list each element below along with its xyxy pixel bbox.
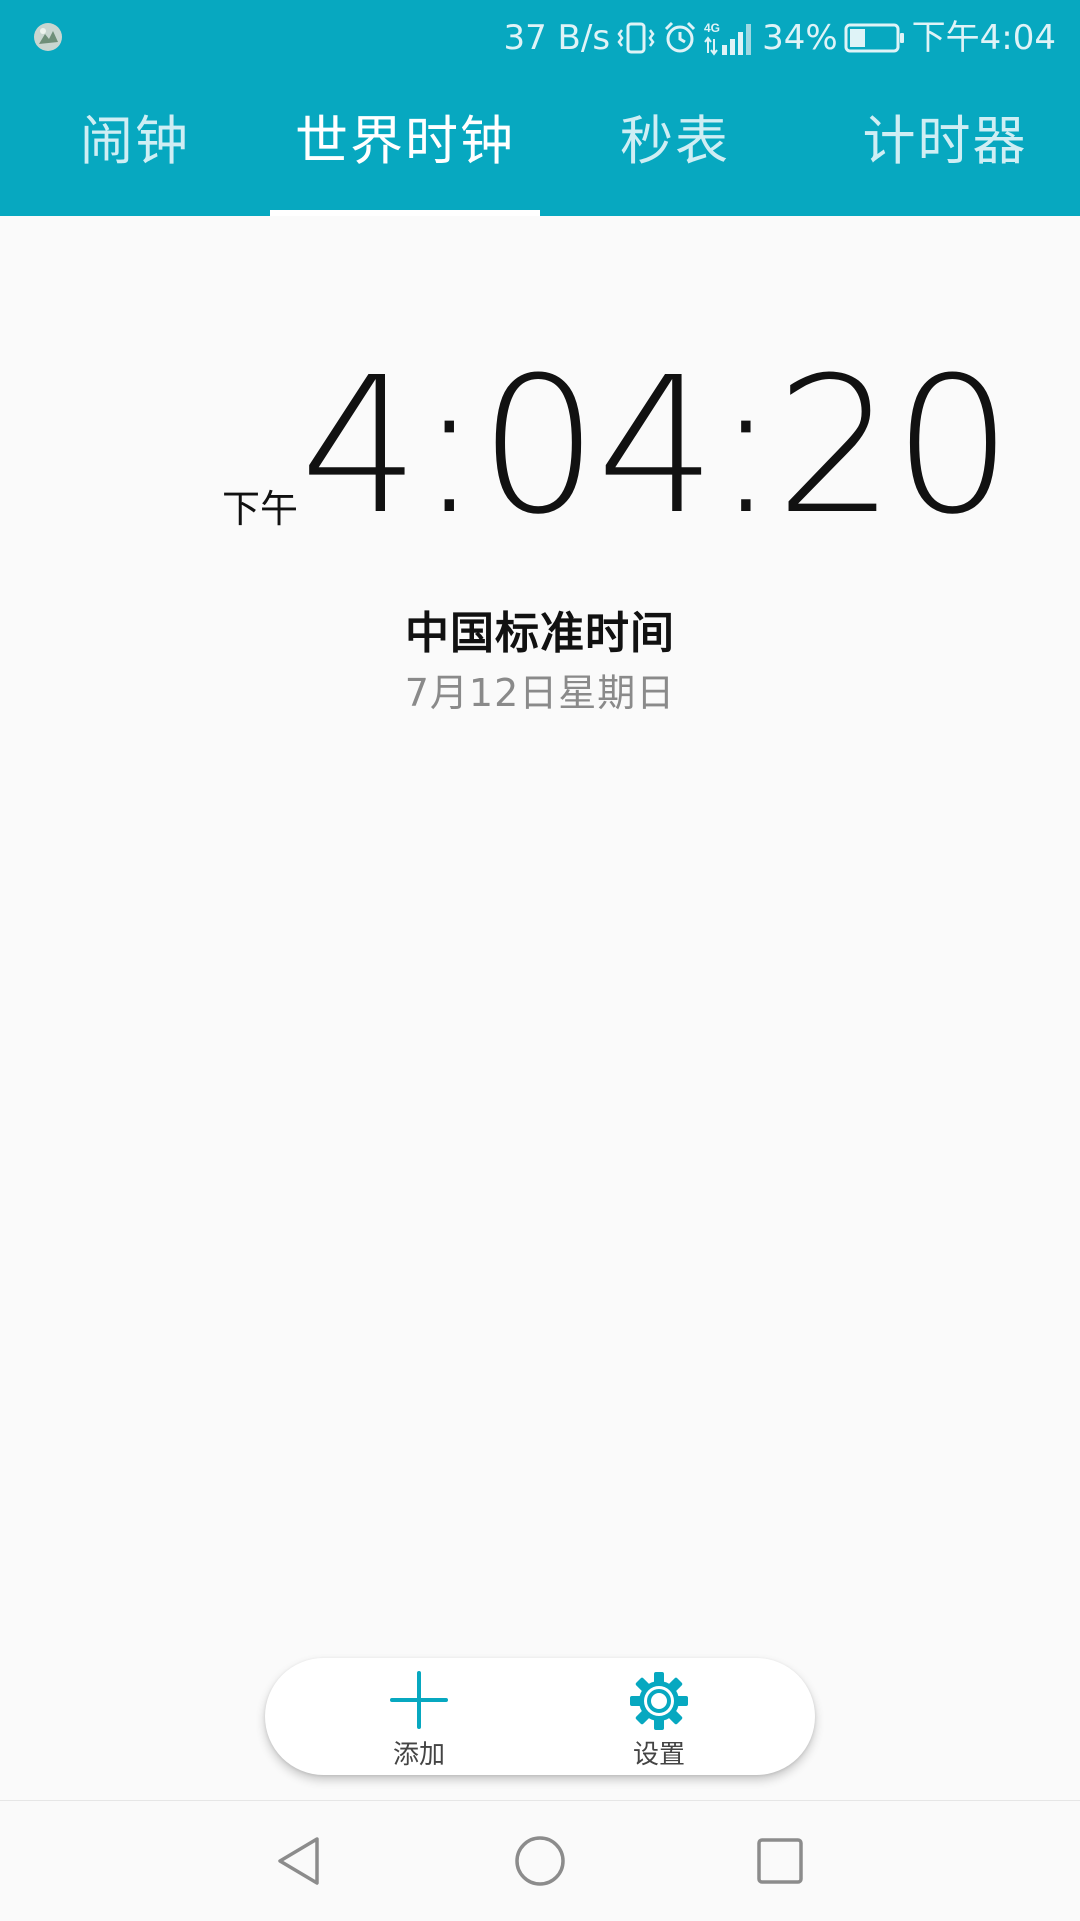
tab-stopwatch[interactable]: 秒表	[540, 100, 810, 216]
back-icon	[278, 1837, 319, 1885]
current-time: 4:04:20	[300, 337, 1013, 556]
alarm-icon	[665, 21, 696, 53]
vibrate-icon	[617, 22, 655, 54]
tab-label: 闹钟	[80, 111, 190, 172]
signal-icon: 4G	[704, 21, 752, 56]
battery-percent: 34%	[762, 18, 838, 58]
gear-icon	[630, 1672, 688, 1730]
home-icon	[515, 1836, 565, 1886]
svg-text:4G: 4G	[704, 21, 720, 35]
settings-label: 设置	[632, 1740, 685, 1770]
tab-world-clock[interactable]: 世界时钟	[270, 100, 540, 216]
add-button[interactable]: 添加	[339, 1658, 499, 1775]
home-button[interactable]	[510, 1831, 570, 1891]
active-tab-indicator	[270, 210, 540, 216]
plus-icon	[390, 1671, 448, 1729]
tab-alarm[interactable]: 闹钟	[0, 100, 270, 216]
network-speed: 37 B/s	[503, 18, 611, 58]
add-label: 添加	[392, 1740, 445, 1770]
status-bar: 37 B/s 4G 34% 下午4:04	[0, 0, 1080, 76]
tab-label: 世界时钟	[295, 111, 515, 172]
tab-timer[interactable]: 计时器	[810, 100, 1080, 216]
timezone-name: 中国标准时间	[405, 608, 675, 659]
avatar-icon	[34, 23, 62, 51]
recent-apps-icon	[757, 1838, 803, 1884]
recent-apps-button[interactable]	[750, 1831, 810, 1891]
back-button[interactable]	[270, 1831, 330, 1891]
current-date: 7月12日星期日	[404, 671, 676, 715]
settings-button[interactable]: 设置	[579, 1658, 739, 1775]
battery-icon	[844, 23, 904, 53]
navigation-bar	[0, 1800, 1080, 1921]
app-header: 37 B/s 4G 34% 下午4:04 闹钟 世界时钟 秒表 计时器	[0, 0, 1080, 216]
tab-label: 秒表	[620, 111, 730, 172]
tab-label: 计时器	[862, 111, 1028, 172]
status-indicators: 37 B/s 4G 34% 下午4:04	[503, 14, 1056, 62]
clock-display: 下午 4:04:20	[0, 352, 1080, 542]
action-bar: 添加 设置	[265, 1658, 815, 1775]
status-time: 下午4:04	[911, 18, 1056, 58]
tab-bar: 闹钟 世界时钟 秒表 计时器	[0, 100, 1080, 216]
ampm-label: 下午	[222, 487, 299, 531]
